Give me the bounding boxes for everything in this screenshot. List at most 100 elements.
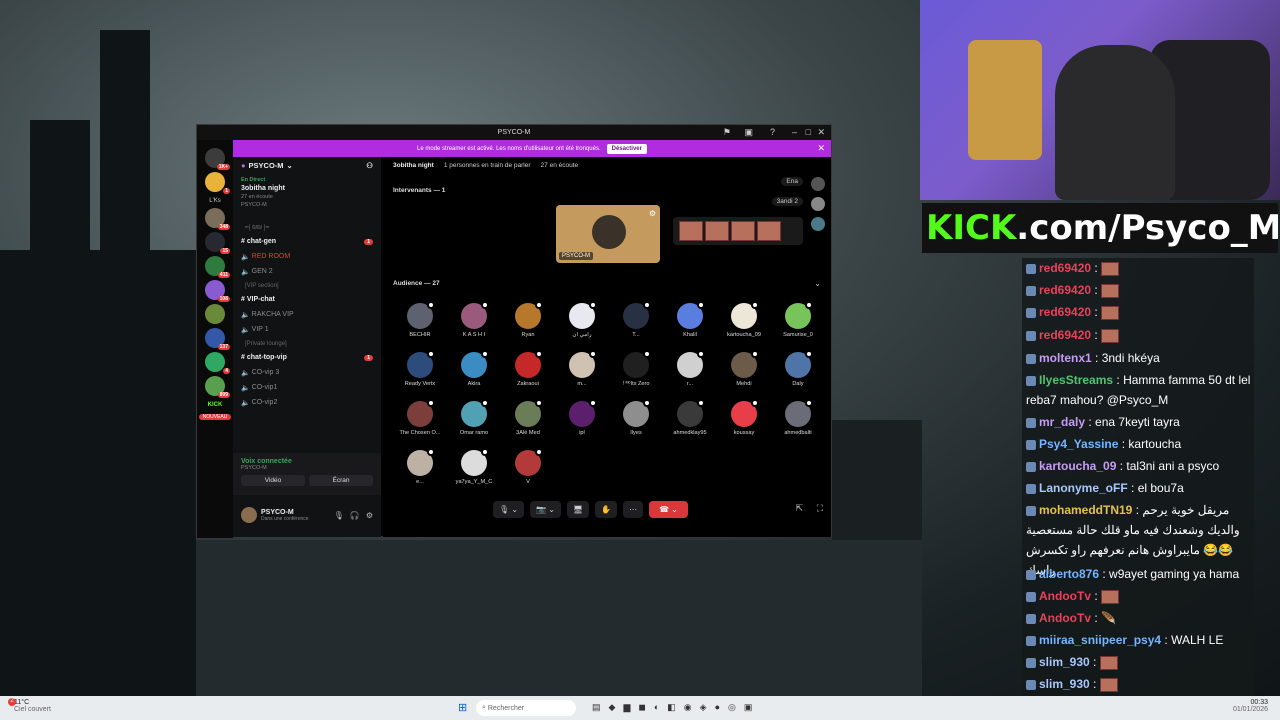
close-banner-icon[interactable]: ✕ (817, 143, 825, 154)
audience-tile[interactable]: koussay (717, 397, 771, 445)
audience-tile[interactable]: 3Alé Med (501, 397, 555, 445)
close-icon[interactable]: ✕ (817, 127, 825, 138)
microphone-button[interactable]: 🎙 ⌄ (493, 500, 525, 518)
audience-tile[interactable]: ! ᴹᵒIts Zero (609, 348, 663, 396)
channel-item[interactable]: 🔈 GEN 2 (233, 264, 381, 279)
more-options-icon[interactable]: ⚙ (649, 209, 656, 218)
channel-item[interactable]: # chat-gen 1 (233, 234, 381, 249)
audience-tile[interactable]: Daly (771, 348, 825, 396)
audience-tile[interactable]: Akira (447, 348, 501, 396)
chat-username[interactable]: mohameddTN19 (1039, 503, 1132, 517)
fullscreen-icon[interactable]: ⛶ (817, 503, 823, 514)
terminal-icon[interactable]: ▣ (744, 702, 753, 713)
screen-share-button[interactable]: 🖥 (566, 500, 590, 518)
camera-button[interactable]: 📷 ⌄ (530, 500, 561, 518)
audience-tile[interactable]: Omar ramo (447, 397, 501, 445)
chat-username[interactable]: alberto876 (1039, 567, 1099, 581)
server-icon[interactable]: 348 (205, 208, 230, 230)
channel-item[interactable]: 🔈 RAKCHA VIP (233, 307, 381, 322)
maximize-icon[interactable]: □ (806, 127, 811, 137)
live-event-card[interactable]: En Direct 3obitha night 27 en écoute PSY… (233, 173, 381, 221)
teams-icon[interactable]: ◆ (609, 702, 616, 713)
obs-icon[interactable]: ● (715, 702, 720, 713)
category-header[interactable]: ━[ ₪₪ ]━ (233, 221, 381, 234)
audience-tile[interactable]: Ilyes (609, 397, 663, 445)
channel-item[interactable]: # VIP-chat (233, 292, 381, 307)
audience-tile[interactable]: رامي ان (555, 299, 609, 347)
kick-server[interactable]: KICK (197, 402, 233, 408)
discord-icon[interactable]: ◎ (728, 702, 736, 713)
chat-username[interactable]: red69420 (1039, 328, 1091, 342)
avatar[interactable] (811, 197, 825, 211)
server-icon[interactable] (205, 304, 225, 324)
audience-tile[interactable]: The Chosen O... (393, 397, 447, 445)
server-icon[interactable]: 4 (205, 352, 230, 374)
chat-username[interactable]: kartoucha_09 (1039, 459, 1116, 473)
audience-tile[interactable]: Ryan (501, 299, 555, 347)
chrome-icon[interactable]: ◉ (684, 702, 692, 713)
channel-item[interactable]: 🔈 CO-vip 3 (233, 365, 381, 380)
folder-icon[interactable]: ▆ (623, 702, 630, 713)
audience-tile[interactable]: Samurise_0 (771, 299, 825, 347)
chat-username[interactable]: miiraa_sniipeer_psy4 (1039, 633, 1161, 647)
more-options-icon[interactable]: ⋯ (623, 500, 644, 518)
channel-item[interactable]: 🔈 VIP 1 (233, 322, 381, 337)
server-icon[interactable]: 1 (205, 172, 230, 194)
avatar[interactable] (241, 507, 257, 523)
chat-username[interactable]: Psy4_Yassine (1039, 437, 1118, 451)
audience-tile[interactable]: e... (393, 446, 447, 494)
disconnect-button[interactable]: ☎ ⌄ (649, 500, 688, 518)
audience-tile[interactable]: ahmedklay95 (663, 397, 717, 445)
edge-icon[interactable]: ◐ (654, 702, 659, 713)
audience-tile[interactable]: Khalil (663, 299, 717, 347)
inbox-icon[interactable]: ⚑ (723, 127, 731, 138)
avatar[interactable] (811, 217, 825, 231)
audience-tile[interactable]: r... (663, 348, 717, 396)
chat-username[interactable]: moltenx1 (1039, 351, 1092, 365)
chat-username[interactable]: slim_930 (1039, 655, 1090, 669)
category-header[interactable]: [Private lounge] (233, 337, 381, 350)
add-member-icon[interactable]: ⚇ (366, 161, 373, 170)
audience-tile[interactable]: Ready Vertx (393, 348, 447, 396)
clock[interactable]: 00:33 01/01/2026 (1233, 699, 1268, 713)
audience-tile[interactable]: V (501, 446, 555, 494)
audience-tile[interactable]: Zakraoui (501, 348, 555, 396)
chat-username[interactable]: Lanonyme_oFF (1039, 481, 1128, 495)
audience-tile[interactable]: K A S H I (447, 299, 501, 347)
chat-username[interactable]: AndooTv (1039, 589, 1091, 603)
audience-tile[interactable]: ya7ya_Y_M_C (447, 446, 501, 494)
avatar[interactable] (811, 177, 825, 191)
chevron-down-icon[interactable]: ⌄ (814, 279, 821, 288)
help-icon[interactable]: ? (770, 127, 775, 137)
server-label[interactable]: L'Ks (197, 198, 233, 204)
channel-item[interactable]: # chat-top-vip 1 (233, 350, 381, 365)
photos-icon[interactable]: ◼ (638, 702, 645, 713)
channel-item[interactable]: 🔈 CO-vip2 (233, 395, 381, 410)
file-explorer-icon[interactable]: ▤ (592, 702, 601, 713)
server-icon[interactable]: 108 (205, 280, 230, 302)
speaker-tile[interactable]: PSYCO-M ⚙ (556, 205, 660, 263)
audience-tile[interactable]: m... (555, 348, 609, 396)
chat-username[interactable]: IlyesStreams (1039, 373, 1113, 387)
dm-icon[interactable]: 1K+ (205, 148, 230, 170)
microphone-icon[interactable]: 🎙 (334, 511, 344, 520)
channel-item[interactable]: 🔈 CO-vip1 (233, 380, 381, 395)
headphones-icon[interactable]: 🎧 (350, 511, 360, 520)
chat-username[interactable]: red69420 (1039, 283, 1091, 297)
server-icon[interactable]: 411 (205, 256, 230, 278)
app-icon[interactable]: ◈ (700, 702, 707, 713)
weather-widget[interactable]: 11°C Ciel couvert (14, 699, 51, 713)
audience-tile[interactable]: kartoucha_09 (717, 299, 771, 347)
chat-username[interactable]: slim_930 (1039, 677, 1090, 691)
server-header[interactable]: ● PSYCO-M ⌄ ⚇ (233, 157, 381, 173)
chat-username[interactable]: red69420 (1039, 305, 1091, 319)
chat-username[interactable]: AndooTv (1039, 611, 1091, 625)
server-icon[interactable]: 137 (205, 328, 230, 350)
popout-icon[interactable]: ⇱ (795, 503, 803, 514)
hand-icon[interactable]: ✋ (595, 500, 618, 518)
screen-share-button[interactable]: Écran (309, 475, 373, 486)
windows-start-icon[interactable]: ⊞ (458, 701, 467, 714)
screen-icon[interactable]: ▣ (744, 127, 753, 138)
audience-tile[interactable]: ahmedbalti (771, 397, 825, 445)
disable-streamer-button[interactable]: Désactiver (606, 143, 647, 154)
